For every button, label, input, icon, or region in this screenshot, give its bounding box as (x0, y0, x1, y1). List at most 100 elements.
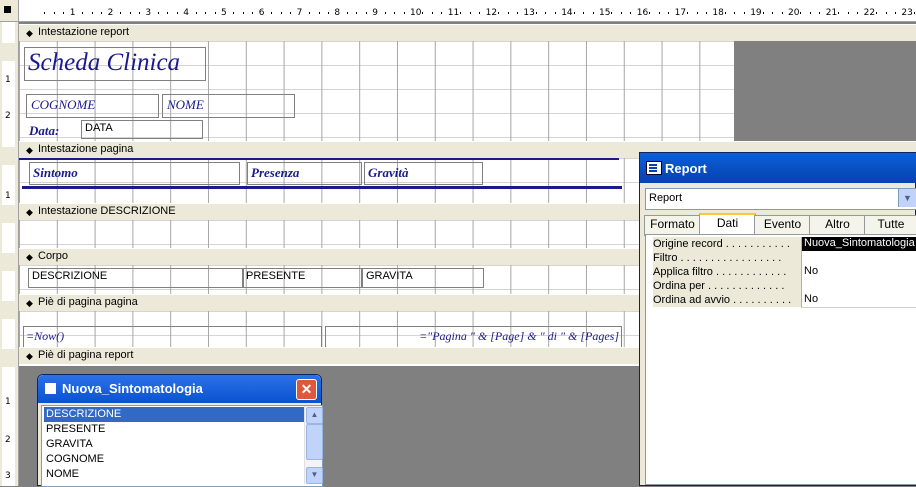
cognome-label[interactable]: COGNOME (26, 94, 159, 118)
field-list-titlebar[interactable]: Nuova_Sintomatologia ✕ (38, 375, 321, 403)
property-row-applica-filtro[interactable]: Applica filtro . . . . . . . . . . . . N… (646, 265, 916, 280)
ruler-minor-mark (403, 12, 405, 14)
ruler-minor-mark (668, 12, 670, 14)
ruler-minor-mark (252, 12, 254, 14)
ruler-tick: 7 (296, 8, 303, 18)
field-list-scrollbar[interactable]: ▲ ▼ (304, 406, 323, 484)
property-value[interactable] (801, 279, 916, 294)
ruler-tick: 10 (410, 8, 422, 18)
ruler-minor-mark (176, 12, 178, 14)
ruler-tick: 1 (5, 75, 11, 85)
ruler-tick: 1 (5, 191, 11, 201)
ruler-minor-mark (242, 12, 244, 14)
section-bar-report-header[interactable]: ◆ Intestazione report (19, 24, 916, 42)
data-label[interactable]: Data: (26, 120, 82, 142)
gravita-textbox[interactable]: GRAVITA (362, 268, 484, 288)
properties-icon (646, 161, 662, 175)
property-row-ordina-per[interactable]: Ordina per . . . . . . . . . . . . . (646, 279, 916, 294)
ruler-minor-mark (876, 12, 878, 14)
ruler-corner-button[interactable] (0, 0, 19, 22)
field-list-window[interactable]: Nuova_Sintomatologia ✕ DESCRIZIONE PRESE… (37, 374, 323, 487)
field-item-gravita[interactable]: GRAVITA (44, 437, 304, 452)
field-item-cognome[interactable]: COGNOME (44, 452, 304, 467)
ruler-minor-mark (516, 12, 518, 14)
ruler-minor-mark (309, 12, 311, 14)
property-sheet: Origine record . . . . . . . . . . . Nuo… (645, 234, 916, 485)
ruler-minor-mark (271, 12, 273, 14)
scroll-up-icon[interactable]: ▲ (306, 407, 323, 424)
nome-label[interactable]: NOME (162, 94, 295, 118)
field-list-title: Nuova_Sintomatologia (62, 381, 203, 396)
ruler-tick: 3 (145, 8, 152, 18)
field-item-presente[interactable]: PRESENTE (44, 422, 304, 437)
ruler-minor-mark (138, 12, 140, 14)
tab-altro[interactable]: Altro (809, 215, 866, 236)
ruler-minor-mark (157, 12, 159, 14)
section-page-footer[interactable]: =Now() ="Pagina " & [Page] & " di " & [P… (19, 311, 734, 348)
scroll-thumb[interactable] (306, 424, 323, 460)
header-bottom-line[interactable] (22, 186, 622, 189)
ruler-minor-mark (63, 12, 65, 14)
ruler-tick: 11 (447, 8, 460, 18)
ruler-minor-mark (847, 12, 849, 14)
property-value[interactable]: Nuova_Sintomatologia (801, 237, 916, 252)
property-row-origine-record[interactable]: Origine record . . . . . . . . . . . Nuo… (646, 237, 916, 252)
section-page-header[interactable]: Sintomo Presenza Gravità (19, 158, 734, 203)
ruler-tick: 1 (69, 8, 76, 18)
ruler-minor-mark (620, 12, 622, 14)
sintomo-label[interactable]: Sintomo (29, 162, 240, 185)
tab-formato[interactable]: Formato (644, 215, 701, 236)
ruler-tick: 4 (183, 8, 189, 18)
now-textbox[interactable]: =Now() (23, 326, 322, 348)
vertical-ruler: 1 2 1 1 2 3 (0, 22, 19, 486)
gravita-label[interactable]: Gravità (364, 162, 483, 185)
ruler-minor-mark (214, 12, 216, 14)
section-report-header[interactable]: Scheda Clinica COGNOME NOME Data: DATA (19, 41, 734, 141)
properties-window[interactable]: Report Report ▼ Formato Dati Evento Altr… (639, 152, 916, 486)
property-row-filtro[interactable]: Filtro . . . . . . . . . . . . . . . . . (646, 251, 916, 266)
property-value[interactable]: No (801, 265, 916, 280)
close-icon[interactable]: ✕ (296, 379, 317, 400)
tab-tutte[interactable]: Tutte (864, 215, 916, 236)
ruler-tick: 17 (674, 8, 687, 18)
ruler-minor-mark (469, 12, 471, 14)
ruler-minor-mark (365, 12, 367, 14)
ruler-minor-mark (809, 12, 811, 14)
field-item-descrizione[interactable]: DESCRIZIONE (44, 407, 304, 422)
ruler-minor-mark (611, 12, 613, 14)
property-value[interactable]: No (801, 293, 916, 308)
ruler-minor-mark (838, 12, 840, 14)
presente-textbox[interactable]: PRESENTE (242, 268, 362, 288)
property-row-ordina-ad-avvio[interactable]: Ordina ad avvio . . . . . . . . . . No (646, 293, 916, 308)
section-arrow-icon: ◆ (26, 28, 33, 38)
section-label: Intestazione pagina (38, 143, 134, 155)
object-selector-combo[interactable]: Report ▼ (645, 188, 916, 210)
ruler-tick: 18 (712, 8, 724, 18)
ruler-minor-mark (705, 12, 707, 14)
property-value[interactable] (801, 251, 916, 266)
report-title-label[interactable]: Scheda Clinica (24, 47, 206, 81)
field-item-nome[interactable]: NOME (44, 467, 304, 482)
ruler-minor-mark (554, 12, 556, 14)
pages-textbox[interactable]: ="Pagina " & [Page] & " di " & [Pages] (325, 326, 622, 348)
descrizione-textbox[interactable]: DESCRIZIONE (28, 268, 244, 288)
scroll-down-icon[interactable]: ▼ (306, 467, 323, 484)
section-arrow-icon: ◆ (26, 145, 33, 155)
ruler-minor-mark (743, 12, 745, 14)
section-label: Intestazione DESCRIZIONE (38, 205, 176, 217)
property-name: Filtro . . . . . . . . . . . . . . . . . (653, 251, 803, 265)
property-name: Ordina ad avvio . . . . . . . . . . (653, 293, 803, 307)
chevron-down-icon[interactable]: ▼ (898, 189, 916, 207)
ruler-minor-mark (649, 12, 651, 14)
ruler-tick: 15 (599, 8, 611, 18)
ruler-minor-mark (120, 12, 122, 14)
properties-titlebar[interactable]: Report (640, 153, 916, 183)
tab-evento[interactable]: Evento (754, 215, 811, 236)
section-group-header[interactable] (19, 220, 734, 248)
ruler-minor-mark (44, 12, 46, 14)
header-top-line[interactable] (19, 158, 619, 160)
field-list[interactable]: DESCRIZIONE PRESENTE GRAVITA COGNOME NOM… (41, 405, 323, 487)
ruler-tick: 21 (825, 8, 838, 18)
presenza-label[interactable]: Presenza (247, 162, 362, 185)
data-textbox[interactable]: DATA (81, 120, 203, 139)
